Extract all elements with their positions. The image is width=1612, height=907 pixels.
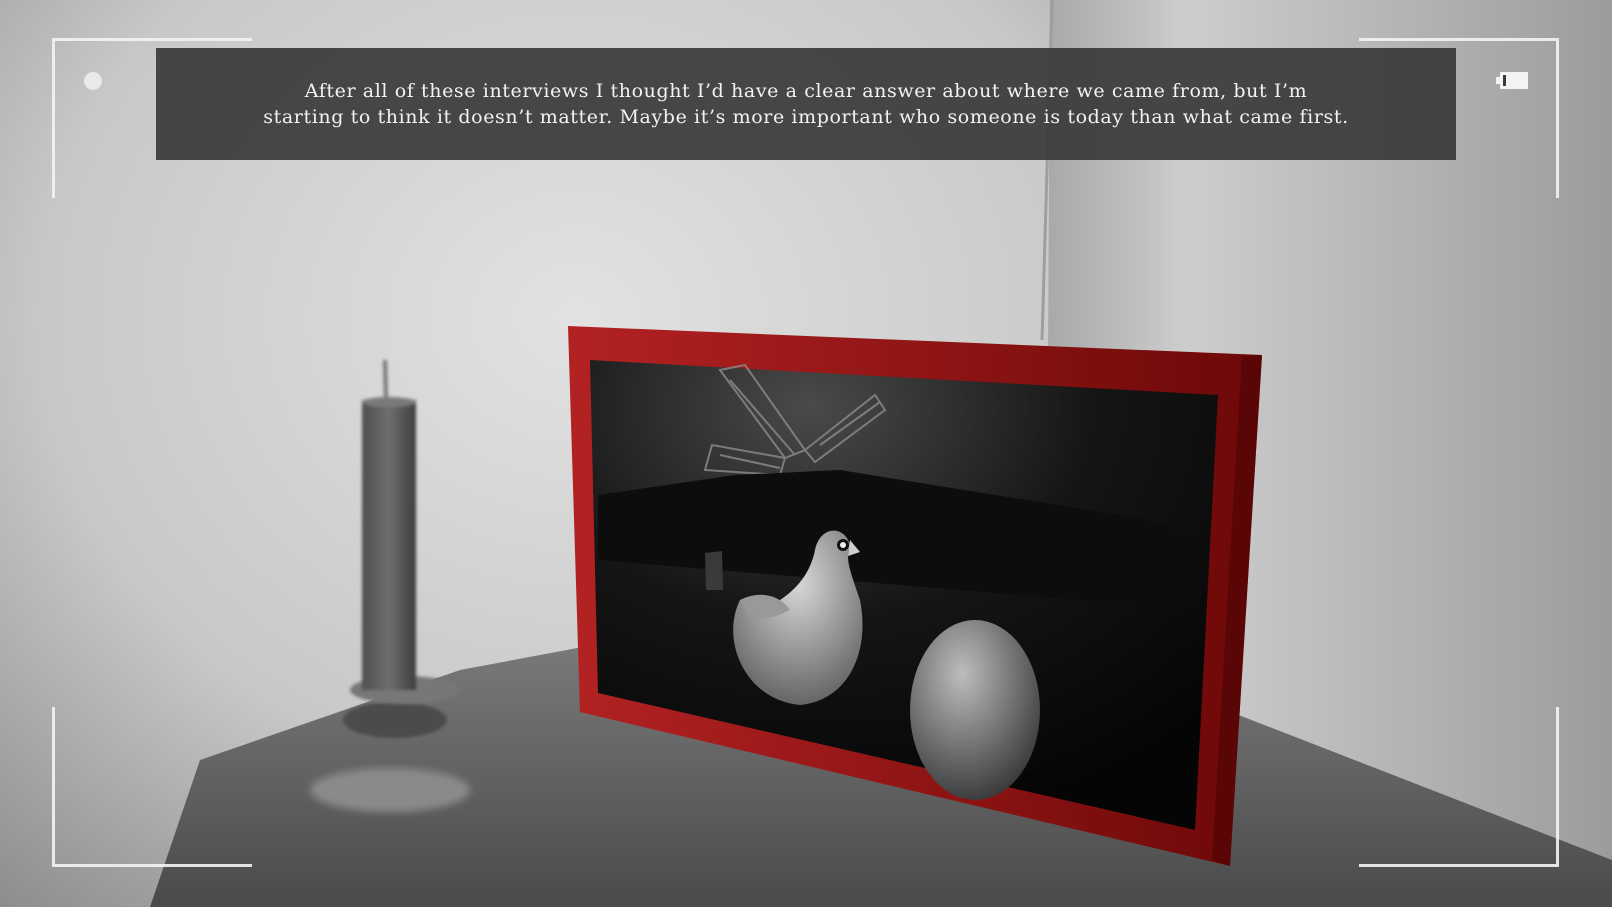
viewfinder-corner-bottom-left xyxy=(52,707,252,867)
viewfinder-corner-bottom-right xyxy=(1359,707,1559,867)
game-viewport: After all of these interviews I thought … xyxy=(0,0,1612,907)
subtitle-line-1: After all of these interviews I thought … xyxy=(304,80,1308,102)
painting-egg xyxy=(910,620,1040,800)
battery-level-fill xyxy=(1503,75,1506,86)
subtitle-line-2: starting to think it doesn’t matter. May… xyxy=(263,106,1349,128)
candle-shadow xyxy=(310,768,470,812)
candle-holder-base xyxy=(343,702,447,738)
battery-icon xyxy=(1496,72,1528,89)
painting-barn-window xyxy=(705,551,723,590)
record-indicator-icon xyxy=(84,72,102,90)
subtitle-box: After all of these interviews I thought … xyxy=(156,48,1456,160)
subtitle-text: After all of these interviews I thought … xyxy=(263,78,1348,130)
candle xyxy=(362,359,416,690)
